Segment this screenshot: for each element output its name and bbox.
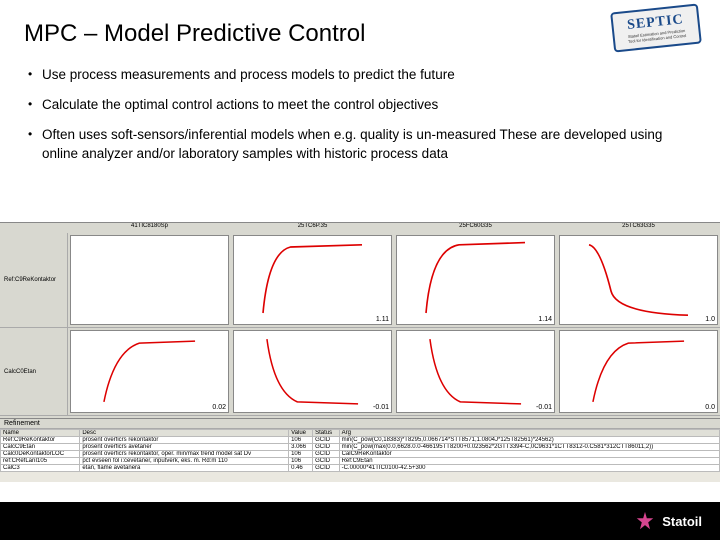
chart-title-row: 41TIC8180Sp 25TC6P.35 25FC60G35 25TC63G3… <box>0 223 720 233</box>
chart-row-2: CalcC0Etan 0.02 -0.01 -0.01 0.0 <box>0 328 720 416</box>
chart-title-2: 25TC6P.35 <box>231 223 394 233</box>
chart-1-1 <box>70 235 229 325</box>
table-row: CalC3etan, flame avetanera0.46GCID-C.000… <box>1 465 720 472</box>
row-label-1: Ref:C9ReKontaktor <box>0 233 68 327</box>
bullet-3: Often uses soft-sensors/inferential mode… <box>28 126 696 162</box>
table-header-row: Name Desc Value Status Arg <box>1 430 720 437</box>
chart-title-1: 41TIC8180Sp <box>68 223 231 233</box>
table-cell: 106 <box>289 451 313 458</box>
logo-text: Statoil <box>662 514 702 529</box>
table-cell: etan, flame avetanera <box>80 465 289 472</box>
table-cell: ref:CRefLanI105 <box>1 458 80 465</box>
table-cell: Calc0DeKontaktorLOC <box>1 451 80 458</box>
table-row: CalcC9Etanprosent overficrs avetaner3.06… <box>1 444 720 451</box>
table-cell: Ref:C9ReKontaktor <box>1 437 80 444</box>
footer-bar: Statoil <box>0 502 720 540</box>
table-cell: 106 <box>289 458 313 465</box>
slide-container: SEPTIC Statoil Estimation and Prediction… <box>0 0 720 540</box>
table-cell: CalC9ReKontaktor <box>339 451 719 458</box>
chart-2-1: 0.02 <box>70 330 229 413</box>
chart-1-3: 1.14 <box>396 235 555 325</box>
table-cell: -C.00000*41TIC0100-42.5+300 <box>339 465 719 472</box>
star-icon <box>634 510 656 532</box>
table-cell: prosent overficrs avetaner <box>80 444 289 451</box>
th-value: Value <box>289 430 313 437</box>
table-row: ref:CRefLanI105pct evseen fol i:cevetane… <box>1 458 720 465</box>
bullet-2: Calculate the optimal control actions to… <box>28 96 696 114</box>
chart-2-4: 0.0 <box>559 330 718 413</box>
table-cell: GCID <box>313 437 339 444</box>
table-cell: GCID <box>313 458 339 465</box>
bullet-list: Use process measurements and process mod… <box>24 66 696 163</box>
chart-1-2: 1.11 <box>233 235 392 325</box>
slide-title: MPC – Model Predictive Control <box>24 20 696 48</box>
chart-title-3: 25FC60G35 <box>394 223 557 233</box>
table-cell: prosent overficrs rekontaktor <box>80 437 289 444</box>
th-arg: Arg <box>339 430 719 437</box>
table-cell: min(C_pow(C0,18383)*T8295,0.066714*STT85… <box>339 437 719 444</box>
table-cell: GCID <box>313 451 339 458</box>
table-cell: CalcC9Etan <box>1 444 80 451</box>
chart-row-1: Ref:C9ReKontaktor 1.11 1.14 1.0 <box>0 233 720 328</box>
refinement-table: Name Desc Value Status Arg Ref:C9ReKonta… <box>0 429 720 472</box>
table-cell: 106 <box>289 437 313 444</box>
table-cell: pct evseen fol i:cevetaner, inputverk, e… <box>80 458 289 465</box>
row-label-2: CalcC0Etan <box>0 328 68 415</box>
table-cell: GCID <box>313 444 339 451</box>
table-row: Ref:C9ReKontaktorprosent overficrs rekon… <box>1 437 720 444</box>
th-status: Status <box>313 430 339 437</box>
table-cell: Ref:C9Etan <box>339 458 719 465</box>
table-cell: 0.46 <box>289 465 313 472</box>
chart-title-4: 25TC63G35 <box>557 223 720 233</box>
table-row: Calc0DeKontaktorLOCprosent overficrs rek… <box>1 451 720 458</box>
chart-2-2: -0.01 <box>233 330 392 413</box>
statoil-logo: Statoil <box>634 510 702 532</box>
table-cell: min(C_pow(max(0.0,6628.0.0-466195TT8200+… <box>339 444 719 451</box>
th-desc: Desc <box>80 430 289 437</box>
refinement-table-area: Refinement Name Desc Value Status Arg Re… <box>0 418 720 482</box>
bullet-1: Use process measurements and process mod… <box>28 66 696 84</box>
table-cell: CalC3 <box>1 465 80 472</box>
th-name: Name <box>1 430 80 437</box>
table-cell: prosent overficrs rekontaktor, oper. min… <box>80 451 289 458</box>
table-cell: GCID <box>313 465 339 472</box>
table-cell: 3.066 <box>289 444 313 451</box>
chart-2-3: -0.01 <box>396 330 555 413</box>
mpc-screenshot: 41TIC8180Sp 25TC6P.35 25FC60G35 25TC63G3… <box>0 222 720 482</box>
chart-1-4: 1.0 <box>559 235 718 325</box>
table-title: Refinement <box>0 419 720 429</box>
